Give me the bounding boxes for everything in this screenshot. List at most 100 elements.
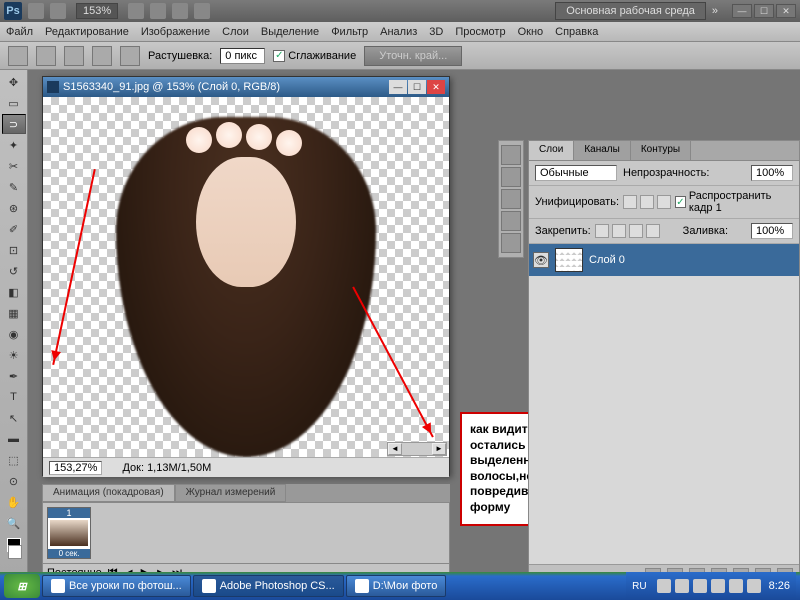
selection-add-icon[interactable]: [64, 46, 84, 66]
zoom-icon[interactable]: [150, 3, 166, 19]
menu-analysis[interactable]: Анализ: [380, 26, 417, 38]
dodge-tool[interactable]: ☀: [2, 345, 26, 365]
layer-row[interactable]: 👁 Слой 0: [529, 244, 799, 276]
fill-input[interactable]: 100%: [751, 223, 793, 239]
collapsed-panel-icon[interactable]: [501, 233, 521, 253]
3d-camera-tool[interactable]: ⊙: [2, 471, 26, 491]
lock-pixels-icon[interactable]: [612, 224, 626, 238]
lasso-tool[interactable]: ⊃: [2, 114, 26, 134]
tray-icon[interactable]: [747, 579, 761, 593]
language-indicator[interactable]: RU: [632, 581, 646, 592]
tray-icon[interactable]: [693, 579, 707, 593]
selection-new-icon[interactable]: [36, 46, 56, 66]
menu-filter[interactable]: Фильтр: [331, 26, 368, 38]
menu-select[interactable]: Выделение: [261, 26, 319, 38]
bridge-icon[interactable]: [28, 3, 44, 19]
tab-animation[interactable]: Анимация (покадровая): [42, 484, 175, 502]
heal-tool[interactable]: ⊛: [2, 198, 26, 218]
start-button[interactable]: ⊞: [4, 574, 40, 598]
document-canvas[interactable]: [43, 97, 449, 457]
refine-edge-button[interactable]: Уточн. край...: [364, 46, 462, 66]
pen-tool[interactable]: ✒: [2, 366, 26, 386]
layer-thumbnail[interactable]: [555, 248, 583, 272]
unify-visibility-icon[interactable]: [640, 195, 654, 209]
doc-zoom-field[interactable]: 153,27%: [49, 461, 102, 475]
menu-edit[interactable]: Редактирование: [45, 26, 129, 38]
menu-file[interactable]: Файл: [6, 26, 33, 38]
move-tool[interactable]: ✥: [2, 72, 26, 92]
eyedropper-tool[interactable]: ✎: [2, 177, 26, 197]
clock[interactable]: 8:26: [769, 580, 790, 592]
frame-duration[interactable]: 0 сек.: [48, 549, 90, 558]
viewmode-icon[interactable]: [50, 3, 66, 19]
tray-icon[interactable]: [729, 579, 743, 593]
doc-minimize-button[interactable]: —: [389, 80, 407, 94]
stamp-tool[interactable]: ⊡: [2, 240, 26, 260]
collapsed-panel-icon[interactable]: [501, 189, 521, 209]
lock-all-icon[interactable]: [646, 224, 660, 238]
wand-tool[interactable]: ✦: [2, 135, 26, 155]
workspace-selector[interactable]: Основная рабочая среда: [555, 2, 706, 20]
tab-measurements[interactable]: Журнал измерений: [175, 484, 287, 502]
marquee-tool[interactable]: ▭: [2, 93, 26, 113]
blend-mode-select[interactable]: Обычные: [535, 165, 617, 181]
hand-tool[interactable]: ✋: [2, 492, 26, 512]
close-button[interactable]: ✕: [776, 4, 796, 18]
tab-layers[interactable]: Слои: [529, 141, 574, 160]
rotate-icon[interactable]: [172, 3, 188, 19]
visibility-icon[interactable]: 👁: [533, 252, 549, 268]
menu-view[interactable]: Просмотр: [455, 26, 505, 38]
tray-icon[interactable]: [657, 579, 671, 593]
opacity-input[interactable]: 100%: [751, 165, 793, 181]
menu-3d[interactable]: 3D: [429, 26, 443, 38]
arrange-icon[interactable]: [194, 3, 210, 19]
3d-tool[interactable]: ⬚: [2, 450, 26, 470]
taskbar-item[interactable]: Все уроки по фотош...: [42, 575, 191, 597]
crop-tool[interactable]: ✂: [2, 156, 26, 176]
menu-help[interactable]: Справка: [555, 26, 598, 38]
gradient-tool[interactable]: ▦: [2, 303, 26, 323]
unify-position-icon[interactable]: [623, 195, 637, 209]
unify-style-icon[interactable]: [657, 195, 671, 209]
lock-position-icon[interactable]: [629, 224, 643, 238]
selection-intersect-icon[interactable]: [120, 46, 140, 66]
tray-icon[interactable]: [711, 579, 725, 593]
blur-tool[interactable]: ◉: [2, 324, 26, 344]
taskbar-item[interactable]: D:\Мои фото: [346, 575, 447, 597]
menu-image[interactable]: Изображение: [141, 26, 210, 38]
history-brush-tool[interactable]: ↺: [2, 261, 26, 281]
collapsed-panel-icon[interactable]: [501, 167, 521, 187]
background-color[interactable]: [8, 545, 22, 559]
tab-channels[interactable]: Каналы: [574, 141, 631, 160]
antialias-checkbox[interactable]: ✓ Сглаживание: [273, 50, 356, 62]
scroll-right-icon[interactable]: ►: [432, 443, 446, 455]
taskbar-item[interactable]: Adobe Photoshop CS...: [193, 575, 344, 597]
lock-transparency-icon[interactable]: [595, 224, 609, 238]
shape-tool[interactable]: ▬: [2, 429, 26, 449]
collapsed-panel-icon[interactable]: [501, 211, 521, 231]
selection-subtract-icon[interactable]: [92, 46, 112, 66]
doc-maximize-button[interactable]: ☐: [408, 80, 426, 94]
scroll-left-icon[interactable]: ◄: [388, 443, 402, 455]
layer-name[interactable]: Слой 0: [589, 254, 625, 266]
feather-input[interactable]: 0 пикс: [220, 48, 265, 64]
menu-layers[interactable]: Слои: [222, 26, 249, 38]
path-tool[interactable]: ↖: [2, 408, 26, 428]
type-tool[interactable]: T: [2, 387, 26, 407]
tab-paths[interactable]: Контуры: [631, 141, 691, 160]
zoom-tool[interactable]: 🔍: [2, 513, 26, 533]
tray-icon[interactable]: [675, 579, 689, 593]
workspace-more-icon[interactable]: »: [712, 5, 718, 17]
horizontal-scrollbar[interactable]: ◄ ►: [387, 442, 447, 456]
tool-preset-icon[interactable]: [8, 46, 28, 66]
maximize-button[interactable]: ☐: [754, 4, 774, 18]
eraser-tool[interactable]: ◧: [2, 282, 26, 302]
minimize-button[interactable]: —: [732, 4, 752, 18]
document-titlebar[interactable]: S1563340_91.jpg @ 153% (Слой 0, RGB/8) —…: [43, 77, 449, 97]
animation-frame[interactable]: 1 0 сек.: [47, 507, 91, 559]
brush-tool[interactable]: ✐: [2, 219, 26, 239]
doc-close-button[interactable]: ✕: [427, 80, 445, 94]
zoom-display[interactable]: 153%: [76, 3, 118, 19]
menu-window[interactable]: Окно: [518, 26, 544, 38]
spread-frame-checkbox[interactable]: ✓Распространить кадр 1: [675, 190, 793, 214]
